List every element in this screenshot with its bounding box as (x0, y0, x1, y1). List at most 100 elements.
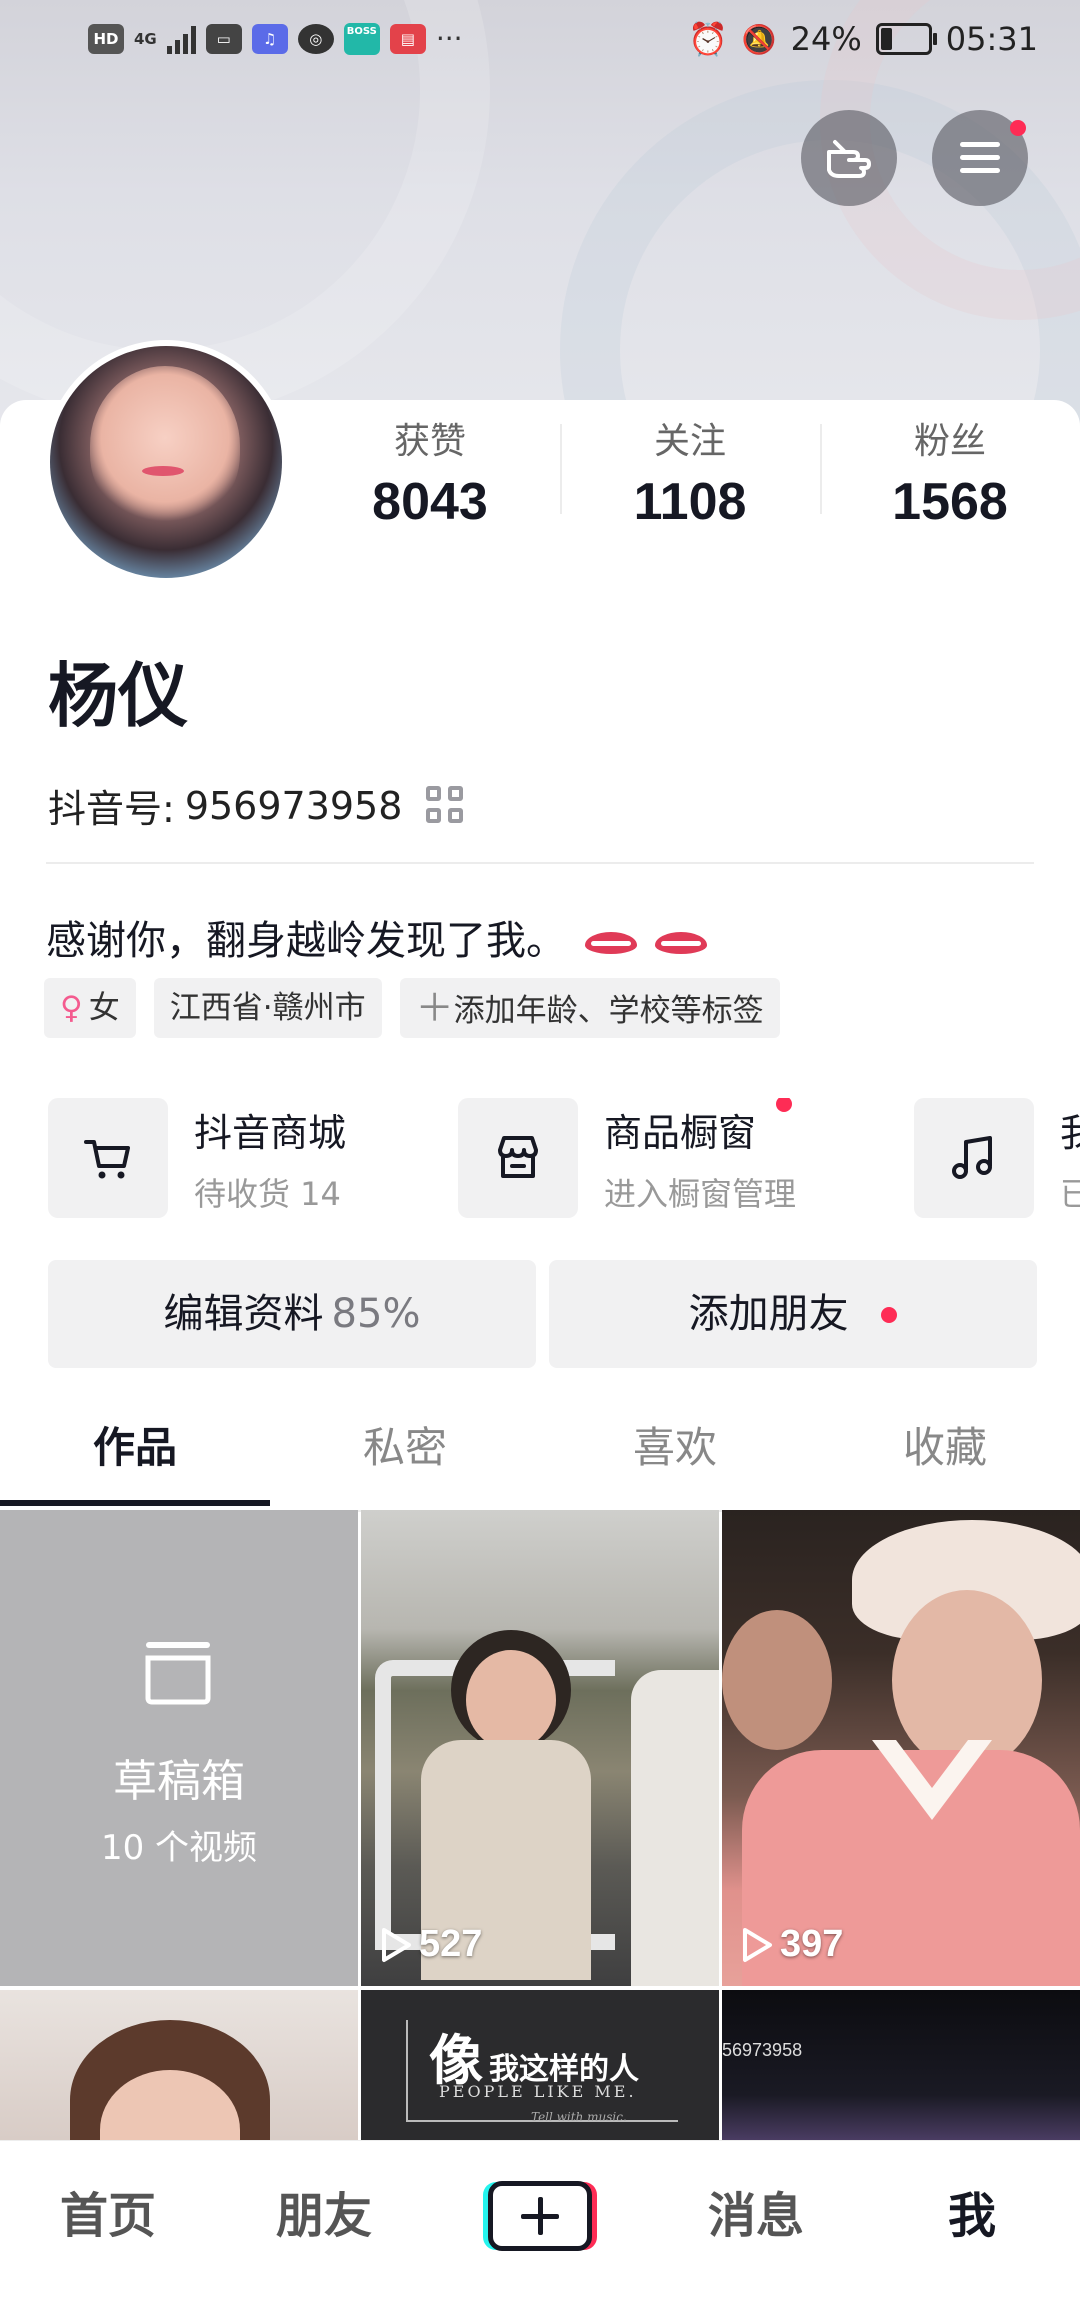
status-left-icons: HD 4G ▭ ♫ ◎ BOSS ▤ ··· (88, 22, 463, 55)
tab-likes[interactable]: 喜欢 (540, 1410, 810, 1510)
service-subtitle: 进入橱窗管理 (604, 1174, 797, 1213)
nav-messages[interactable]: 消息 (648, 2141, 864, 2313)
hd-icon: HD (88, 23, 124, 54)
bottom-navigation: 首页 朋友 消息 我 (0, 2140, 1080, 2313)
play-icon (743, 1927, 772, 1962)
video-thumbnail[interactable]: 56973958 (722, 1990, 1080, 2140)
profile-tags: ♀ 女 江西省·赣州市 ＋添加年龄、学校等标签 (44, 978, 780, 1038)
nav-friends[interactable]: 朋友 (216, 2141, 432, 2313)
thumbnail-id-text: 56973958 (722, 2040, 803, 2060)
video-thumbnail[interactable]: 397 (722, 1510, 1080, 1986)
visitor-hand-button[interactable] (801, 110, 897, 206)
profile-name: 杨仪 (48, 655, 188, 737)
female-icon: ♀ (60, 990, 83, 1026)
tag-location[interactable]: 江西省·赣州市 (153, 978, 382, 1038)
stat-value: 1568 (892, 473, 1008, 531)
add-friends-button[interactable]: 添加朋友 (549, 1260, 1037, 1368)
stat-followers[interactable]: 粉丝 1568 (820, 410, 1080, 531)
status-bar: HD 4G ▭ ♫ ◎ BOSS ▤ ··· ⏰ 🔕 24% 05:31 (0, 0, 1080, 80)
divider (46, 862, 1034, 864)
douyin-id-label: 抖音号: (48, 787, 175, 831)
qr-code-icon[interactable] (426, 785, 466, 826)
tag-gender[interactable]: ♀ 女 (44, 978, 136, 1038)
service-title: 商品橱窗 (604, 1110, 757, 1155)
tab-works[interactable]: 作品 (0, 1410, 270, 1510)
stat-value: 8043 (372, 473, 488, 531)
video-thumbnail[interactable]: 527 (361, 1510, 719, 1986)
signal-4g-icon: 4G (134, 29, 157, 48)
book-app-icon: ▤ (389, 23, 426, 54)
active-tab-indicator (0, 1500, 270, 1506)
nav-home[interactable]: 首页 (0, 2141, 216, 2313)
drafts-title: 草稿箱 (113, 1756, 245, 1807)
drafts-box-icon (145, 1642, 211, 1705)
edit-profile-button[interactable]: 编辑资料 85% (48, 1260, 536, 1368)
services-row: 抖音商城 待收货 14 商品橱窗 进入橱窗管理 我 已 (48, 1098, 1080, 1218)
status-right: ⏰ 🔕 24% 05:31 (688, 20, 1038, 58)
plus-icon: ＋ (415, 986, 454, 1030)
tag-add-button[interactable]: ＋添加年龄、学校等标签 (399, 978, 780, 1038)
lips-emoji-icon (584, 928, 637, 958)
service-product-window[interactable]: 商品橱窗 进入橱窗管理 (458, 1098, 796, 1218)
stat-label: 获赞 (393, 421, 466, 462)
nav-create[interactable] (432, 2141, 648, 2313)
add-friends-label: 添加朋友 (688, 1291, 849, 1337)
battery-icon (875, 23, 937, 55)
add-friends-badge-dot (881, 1307, 898, 1323)
stat-label: 关注 (653, 421, 726, 462)
drafts-count: 10 个视频 (100, 1828, 258, 1868)
stat-following[interactable]: 关注 1108 (560, 410, 820, 531)
alarm-icon: ⏰ (687, 20, 728, 58)
service-subtitle: 已 (1060, 1174, 1080, 1213)
pointing-hand-icon (827, 140, 871, 178)
tab-private[interactable]: 私密 (270, 1410, 540, 1510)
stat-likes[interactable]: 获赞 8043 (300, 410, 560, 531)
lips-emoji-icon (655, 928, 708, 958)
drafts-box[interactable]: 草稿箱 10 个视频 (0, 1510, 358, 1986)
avatar[interactable] (44, 340, 288, 584)
more-notifications-icon: ··· (435, 22, 463, 55)
battery-percent: 24% (790, 20, 862, 58)
tag-add-label: 添加年龄、学校等标签 (453, 993, 764, 1029)
tab-favorites[interactable]: 收藏 (810, 1410, 1080, 1510)
boss-zhipin-icon: BOSS (343, 22, 380, 55)
stat-label: 粉丝 (913, 421, 986, 462)
service-douyin-mall[interactable]: 抖音商城 待收货 14 (48, 1098, 346, 1218)
service-badge-dot (776, 1098, 792, 1112)
service-subtitle: 待收货 14 (194, 1174, 341, 1213)
tag-gender-label: 女 (88, 990, 120, 1026)
service-title: 我 (1060, 1110, 1080, 1155)
music-note-icon (914, 1098, 1034, 1218)
play-count: 527 (379, 1923, 482, 1966)
menu-icon (960, 142, 1000, 173)
music-app-icon: ♫ (251, 23, 288, 54)
create-plus-icon (488, 2181, 592, 2251)
video-thumbnail[interactable] (0, 1990, 358, 2140)
cart-icon (48, 1098, 168, 1218)
service-music[interactable]: 我 已 (914, 1098, 1080, 1218)
edit-profile-label: 编辑资料 (163, 1291, 324, 1337)
avatar-photo (50, 346, 282, 578)
browser-icon: ◎ (297, 23, 334, 54)
profile-bio[interactable]: 感谢你，翻身越岭发现了我。 (46, 908, 708, 966)
profile-completion-percent: 85% (331, 1291, 421, 1337)
play-count: 397 (740, 1923, 843, 1966)
menu-notification-dot (1010, 120, 1026, 136)
clock: 05:31 (945, 20, 1038, 58)
douyin-id-value: 956973958 (184, 783, 403, 828)
stat-value: 1108 (633, 473, 747, 531)
douyin-id-row[interactable]: 抖音号: 956973958 (48, 778, 466, 833)
content-tabs: 作品 私密 喜欢 收藏 (0, 1410, 1080, 1512)
menu-button[interactable] (932, 110, 1028, 206)
thumbnail-caption: Tell with music. (531, 2110, 627, 2124)
video-thumbnail[interactable]: 像我这样的人 PEOPLE LIKE ME. Tell with music. (361, 1990, 719, 2140)
nav-me[interactable]: 我 (864, 2141, 1080, 2313)
mute-bell-icon: 🔕 (741, 22, 777, 56)
huawei-app-icon: ▭ (205, 23, 242, 54)
thumbnail-subtext: PEOPLE LIKE ME. (439, 2082, 637, 2101)
profile-stats: 获赞 8043 关注 1108 粉丝 1568 (300, 410, 1080, 531)
signal-bars-icon (166, 24, 196, 54)
play-icon (382, 1927, 411, 1962)
shop-window-icon (458, 1098, 578, 1218)
service-title: 抖音商城 (194, 1110, 347, 1155)
